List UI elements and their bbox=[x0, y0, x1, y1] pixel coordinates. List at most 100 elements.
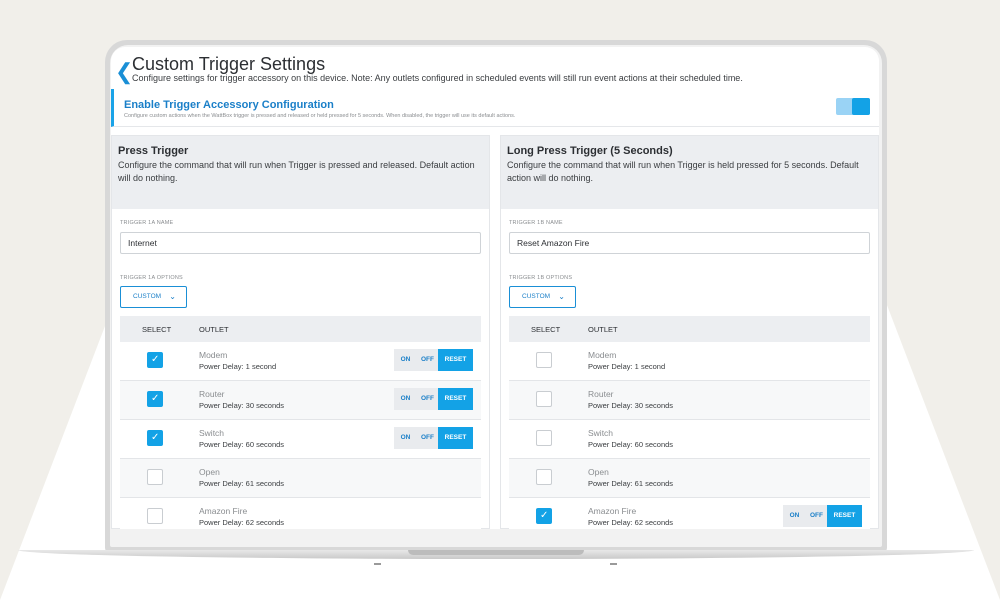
enable-config-row: Enable Trigger Accessory Configuration C… bbox=[111, 89, 879, 127]
enable-config-description: Configure custom actions when the WattBo… bbox=[124, 113, 516, 119]
outlet-checkbox[interactable] bbox=[536, 430, 552, 446]
on-button[interactable]: ON bbox=[783, 505, 806, 527]
table-row: ✓ Router Power Delay: 30 seconds ON OFF RESET bbox=[120, 381, 481, 420]
page-title: Custom Trigger Settings bbox=[132, 54, 326, 74]
enable-config-title: Enable Trigger Accessory Configuration bbox=[124, 99, 334, 111]
selected-option: CUSTOM bbox=[133, 293, 162, 300]
outlet-checkbox[interactable] bbox=[536, 391, 552, 407]
panel-header: Long Press Trigger (5 Seconds) Configure … bbox=[501, 136, 878, 209]
outlet-power-delay: Power Delay: 60 seconds bbox=[588, 440, 674, 449]
outlet-name: Router bbox=[199, 389, 225, 399]
outlet-power-delay: Power Delay: 1 second bbox=[588, 362, 666, 371]
chevron-down-icon: ⌄ bbox=[558, 292, 565, 301]
panel-title: Press Trigger bbox=[118, 145, 189, 157]
reset-button[interactable]: RESET bbox=[438, 427, 473, 449]
outlet-name: Router bbox=[588, 389, 614, 399]
column-header-select: SELECT bbox=[531, 325, 561, 334]
outlet-checkbox[interactable]: ✓ bbox=[147, 391, 163, 407]
outlet-name: Amazon Fire bbox=[588, 506, 637, 516]
selected-option: CUSTOM bbox=[522, 293, 551, 300]
outlet-action-buttons: ON OFF RESET bbox=[394, 427, 473, 449]
table-row: Amazon Fire Power Delay: 62 seconds bbox=[120, 498, 481, 529]
off-button[interactable]: OFF bbox=[417, 349, 438, 371]
panel-title: Long Press Trigger (5 Seconds) bbox=[507, 145, 673, 157]
page-header: ❮ Custom Trigger Settings Configure sett… bbox=[111, 47, 879, 89]
trigger-name-input[interactable]: Internet bbox=[120, 232, 481, 254]
outlet-table: SELECT OUTLET ✓ Modem Power Delay: 1 second O… bbox=[120, 316, 481, 529]
column-header-select: SELECT bbox=[142, 325, 172, 334]
outlet-power-delay: Power Delay: 62 seconds bbox=[588, 518, 674, 527]
panel-header: Press Trigger Configure the command that … bbox=[112, 136, 489, 209]
press-trigger-panel: Press Trigger Configure the command that … bbox=[111, 135, 490, 529]
off-button[interactable]: OFF bbox=[417, 388, 438, 410]
on-button[interactable]: ON bbox=[394, 388, 417, 410]
column-header-outlet: OUTLET bbox=[588, 325, 618, 334]
outlet-name: Amazon Fire bbox=[199, 506, 248, 516]
page-subtitle: Configure settings for trigger accessory… bbox=[132, 73, 743, 83]
outlet-name: Modem bbox=[199, 350, 228, 360]
outlet-power-delay: Power Delay: 1 second bbox=[199, 362, 277, 371]
outlet-checkbox[interactable] bbox=[147, 469, 163, 485]
outlet-checkbox[interactable] bbox=[536, 469, 552, 485]
outlet-name: Switch bbox=[199, 428, 225, 438]
table-row: ✓ Switch Power Delay: 60 seconds ON OFF RESET bbox=[120, 420, 481, 459]
outlet-checkbox[interactable] bbox=[536, 352, 552, 368]
column-header-outlet: OUTLET bbox=[199, 325, 229, 334]
outlet-name: Modem bbox=[588, 350, 617, 360]
table-row: ✓ Amazon Fire Power Delay: 62 seconds ON OFF… bbox=[509, 498, 870, 529]
check-icon: ✓ bbox=[540, 510, 549, 521]
trigger-name-label: TRIGGER 1B NAME bbox=[509, 220, 563, 226]
check-icon: ✓ bbox=[151, 393, 160, 404]
off-button[interactable]: OFF bbox=[806, 505, 827, 527]
trigger-options-select[interactable]: CUSTOM ⌄ bbox=[509, 286, 576, 308]
panel-description: Configure the command that will run when… bbox=[507, 160, 859, 183]
outlet-checkbox[interactable]: ✓ bbox=[147, 430, 163, 446]
outlet-checkbox[interactable] bbox=[147, 508, 163, 524]
outlet-power-delay: Power Delay: 62 seconds bbox=[199, 518, 285, 527]
on-button[interactable]: ON bbox=[394, 427, 417, 449]
trigger-options-select[interactable]: CUSTOM ⌄ bbox=[120, 286, 187, 308]
outlet-power-delay: Power Delay: 30 seconds bbox=[588, 401, 674, 410]
reset-button[interactable]: RESET bbox=[827, 505, 862, 527]
chevron-left-icon[interactable]: ❮ bbox=[115, 61, 133, 83]
toggle-knob bbox=[852, 98, 870, 115]
table-header: SELECT OUTLET bbox=[120, 316, 481, 342]
table-row: Switch Power Delay: 60 seconds bbox=[509, 420, 870, 459]
off-button[interactable]: OFF bbox=[417, 427, 438, 449]
trigger-options-label: TRIGGER 1A OPTIONS bbox=[120, 275, 183, 281]
table-row: Router Power Delay: 30 seconds bbox=[509, 381, 870, 420]
outlet-name: Open bbox=[199, 467, 220, 477]
table-row: ✓ Modem Power Delay: 1 second ON OFF RESET bbox=[120, 342, 481, 381]
laptop-notch bbox=[408, 550, 584, 555]
long-press-trigger-panel: Long Press Trigger (5 Seconds) Configure … bbox=[500, 135, 879, 529]
outlet-power-delay: Power Delay: 30 seconds bbox=[199, 401, 285, 410]
outlet-action-buttons: ON OFF RESET bbox=[783, 505, 862, 527]
reset-button[interactable]: RESET bbox=[438, 388, 473, 410]
outlet-checkbox[interactable]: ✓ bbox=[536, 508, 552, 524]
table-row: Open Power Delay: 61 seconds bbox=[509, 459, 870, 498]
outlet-action-buttons: ON OFF RESET bbox=[394, 349, 473, 371]
app-screen: ❮ Custom Trigger Settings Configure sett… bbox=[111, 47, 879, 529]
outlet-power-delay: Power Delay: 61 seconds bbox=[199, 479, 285, 488]
chevron-down-icon: ⌄ bbox=[169, 292, 176, 301]
laptop-foot bbox=[374, 563, 381, 565]
table-row: Modem Power Delay: 1 second bbox=[509, 342, 870, 381]
table-row: Open Power Delay: 61 seconds bbox=[120, 459, 481, 498]
table-header: SELECT OUTLET bbox=[509, 316, 870, 342]
outlet-action-buttons: ON OFF RESET bbox=[394, 388, 473, 410]
outlet-checkbox[interactable]: ✓ bbox=[147, 352, 163, 368]
outlet-table: SELECT OUTLET Modem Power Delay: 1 second Ro… bbox=[509, 316, 870, 529]
laptop-foot bbox=[610, 563, 617, 565]
outlet-power-delay: Power Delay: 61 seconds bbox=[588, 479, 674, 488]
trigger-name-input[interactable]: Reset Amazon Fire bbox=[509, 232, 870, 254]
outlet-power-delay: Power Delay: 60 seconds bbox=[199, 440, 285, 449]
trigger-name-label: TRIGGER 1A NAME bbox=[120, 220, 174, 226]
outlet-name: Open bbox=[588, 467, 609, 477]
trigger-options-label: TRIGGER 1B OPTIONS bbox=[509, 275, 573, 281]
on-button[interactable]: ON bbox=[394, 349, 417, 371]
enable-config-toggle[interactable] bbox=[836, 98, 870, 115]
panel-description: Configure the command that will run when… bbox=[118, 160, 475, 183]
check-icon: ✓ bbox=[151, 354, 160, 365]
check-icon: ✓ bbox=[151, 432, 160, 443]
reset-button[interactable]: RESET bbox=[438, 349, 473, 371]
